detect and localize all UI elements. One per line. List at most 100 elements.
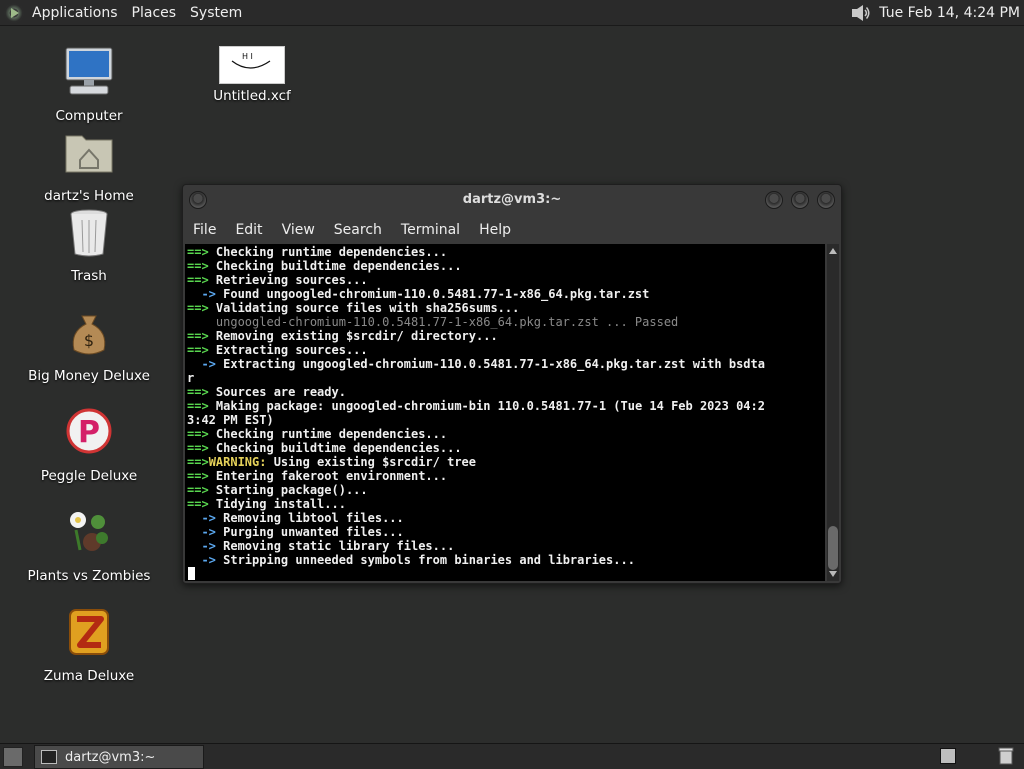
menu-search[interactable]: Search (324, 222, 391, 238)
terminal-icon (41, 750, 57, 764)
bottom-panel: dartz@vm3:~ (0, 743, 1024, 769)
desktop-icon-big-money[interactable]: $ Big Money Deluxe (24, 306, 154, 384)
applications-menu[interactable]: Applications (0, 2, 125, 23)
line-text: Found ungoogled-chromium-110.0.5481.77-1… (215, 287, 650, 301)
line-prefix: ==> (187, 441, 209, 455)
desktop-icon-trash[interactable]: Trash (24, 206, 154, 284)
terminal-line: ==> Tidying install... (187, 497, 765, 511)
menu-file[interactable]: File (183, 222, 225, 238)
line-text: Entering fakeroot environment... (208, 469, 448, 483)
terminal-line: 3:42 PM EST) (187, 413, 765, 427)
terminal-line: -> Extracting ungoogled-chromium-110.0.5… (187, 357, 765, 371)
scroll-down-arrow-icon[interactable] (829, 571, 837, 577)
terminal-line: ==> Validating source files with sha256s… (187, 301, 765, 315)
desktop-icon-label: Plants vs Zombies (27, 568, 151, 584)
applications-label: Applications (32, 4, 118, 21)
desktop-icon-plants-vs-zombies[interactable]: Plants vs Zombies (24, 506, 154, 584)
terminal-line: -> Removing libtool files... (187, 511, 765, 525)
window-title: dartz@vm3:~ (462, 192, 562, 207)
line-prefix: ==> (187, 483, 209, 497)
volume-icon[interactable] (849, 2, 871, 24)
terminal-output[interactable]: ==> Checking runtime dependencies... ==> … (185, 244, 825, 581)
terminal-line: ungoogled-chromium-110.0.5481.77-1-x86_6… (187, 315, 765, 329)
image-file-icon: H I (219, 46, 285, 84)
menu-help[interactable]: Help (469, 222, 520, 238)
line-prefix: ==> (187, 399, 209, 413)
desktop-icon-zuma[interactable]: Zuma Deluxe (24, 606, 154, 684)
desktop-icon-label: Trash (71, 268, 107, 284)
line-text: Retrieving sources... (208, 273, 368, 287)
line-prefix: -> (187, 511, 216, 525)
clock[interactable]: Tue Feb 14, 4:24 PM (879, 5, 1024, 21)
image-thumbnail: H I (231, 52, 271, 69)
terminal-line: ==> Retrieving sources... (187, 273, 765, 287)
workspace-switcher[interactable] (940, 748, 956, 764)
menu-edit[interactable]: Edit (225, 222, 271, 238)
menu-terminal[interactable]: Terminal (391, 222, 469, 238)
line-prefix: ==> (187, 469, 209, 483)
terminal-line: ==> Extracting sources... (187, 343, 765, 357)
distro-logo-icon (4, 2, 24, 23)
terminal-line: ==> Starting package()... (187, 483, 765, 497)
terminal-line: r (187, 371, 765, 385)
peggle-icon: P (66, 408, 112, 454)
scroll-up-arrow-icon[interactable] (829, 248, 837, 254)
desktop-icon-computer[interactable]: Computer (24, 46, 154, 124)
desktop-icon-home[interactable]: dartz's Home (24, 126, 154, 204)
line-text: Checking buildtime dependencies... (208, 259, 462, 273)
line-text: Checking buildtime dependencies... (208, 441, 462, 455)
line-prefix: ==> (187, 427, 209, 441)
show-desktop-button[interactable] (3, 747, 23, 767)
line-prefix: ==> (187, 329, 209, 343)
line-text: Sources are ready. (208, 385, 346, 399)
terminal-lines: ==> Checking runtime dependencies... ==> … (187, 245, 765, 567)
terminal-line: ==> Sources are ready. (187, 385, 765, 399)
trash-icon (70, 209, 108, 257)
minimize-button[interactable] (765, 191, 783, 209)
line-text: Tidying install... (208, 497, 346, 511)
terminal-line: ==>WARNING: Using existing $srcdir/ tree (187, 455, 765, 469)
line-prefix: ==> (187, 455, 209, 469)
taskbar-terminal-button[interactable]: dartz@vm3:~ (34, 745, 204, 769)
desktop-icon-peggle[interactable]: P Peggle Deluxe (24, 406, 154, 484)
desktop-icon-label: Untitled.xcf (213, 88, 291, 104)
desktop-icon-label: dartz's Home (44, 188, 134, 204)
line-prefix: ==> (187, 301, 209, 315)
terminal-line: ==> Removing existing $srcdir/ directory… (187, 329, 765, 343)
desktop-icon-untitled-xcf[interactable]: H I Untitled.xcf (187, 46, 317, 104)
terminal-line: -> Found ungoogled-chromium-110.0.5481.7… (187, 287, 765, 301)
menu-view[interactable]: View (272, 222, 324, 238)
system-menu[interactable]: System (183, 5, 249, 21)
scrollbar-thumb[interactable] (828, 526, 838, 570)
thumbnail-text: H I (242, 52, 253, 61)
line-prefix: ==> (187, 343, 209, 357)
line-text: Removing static library files... (215, 539, 455, 553)
line-prefix: ==> (187, 273, 209, 287)
line-prefix: -> (187, 525, 216, 539)
line-text: Validating source files with sha256sums.… (208, 301, 520, 315)
line-text: Starting package()... (208, 483, 368, 497)
line-text: Removing libtool files... (215, 511, 404, 525)
line-prefix: -> (187, 357, 216, 371)
line-prefix: ==> (187, 497, 209, 511)
terminal-line: ==> Checking buildtime dependencies... (187, 441, 765, 455)
terminal-scrollbar[interactable] (827, 244, 839, 581)
line-text: ungoogled-chromium-110.0.5481.77-1-x86_6… (187, 315, 679, 329)
line-text: Checking runtime dependencies... (208, 245, 448, 259)
line-text: Using existing $srcdir/ tree (266, 455, 476, 469)
line-text: Stripping unneeded symbols from binaries… (215, 553, 635, 567)
desktop-icon-label: Computer (55, 108, 123, 124)
line-prefix: ==> (187, 259, 209, 273)
terminal-line: -> Stripping unneeded symbols from binar… (187, 553, 765, 567)
trash-applet-icon[interactable] (997, 746, 1015, 766)
money-bag-icon: $ (72, 315, 106, 355)
maximize-button[interactable] (791, 191, 809, 209)
plants-vs-zombies-icon (70, 512, 108, 551)
terminal-window[interactable]: dartz@vm3:~ File Edit View Search Termin… (182, 184, 842, 584)
close-button[interactable] (817, 191, 835, 209)
desktop-icon-label: Zuma Deluxe (43, 668, 135, 684)
line-text: Making package: ungoogled-chromium-bin 1… (208, 399, 765, 413)
warning-label: WARNING: (208, 455, 267, 469)
desktop-icon-label: Big Money Deluxe (28, 368, 150, 384)
places-menu[interactable]: Places (125, 5, 184, 21)
